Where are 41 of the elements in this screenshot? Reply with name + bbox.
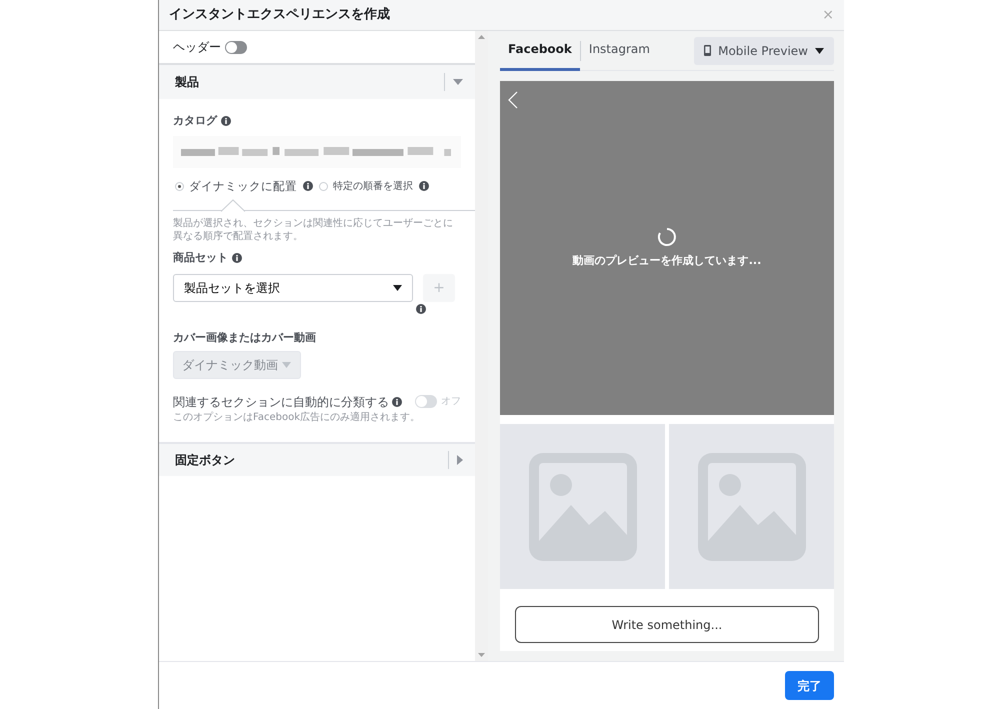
info-icon (416, 304, 426, 314)
preview-tab[interactable]: Facebook (500, 30, 580, 70)
toggle-switch[interactable] (225, 40, 247, 54)
catalog-label: カタログ (173, 113, 217, 129)
toggle-switch[interactable] (415, 395, 437, 408)
info-icon (303, 181, 313, 192)
caret-icon (815, 48, 824, 54)
radio-option[interactable]: ダイナミックに配置 (175, 178, 297, 195)
chevron-right-icon (457, 455, 463, 466)
info-icon (419, 181, 429, 192)
caret-icon (393, 285, 402, 292)
info-icon (392, 396, 402, 407)
toggle-state-label: オフ (441, 395, 461, 410)
chevron-down-icon (453, 79, 463, 85)
section-title: 固定ボタン (175, 452, 235, 470)
scroll-up-icon[interactable] (478, 35, 485, 39)
option-note: このオプションはFacebook広告にのみ適用されます。 (173, 410, 421, 424)
help-text: 製品が選択され、セクションは関連性に応じてユーザーごとに異なる順序で配置されます。 (173, 216, 454, 244)
info-icon (232, 253, 242, 263)
phone-icon (704, 45, 712, 56)
scroll-down-icon[interactable] (478, 653, 485, 657)
header-label: ヘッダー (173, 39, 221, 56)
catalog-field[interactable] (173, 136, 461, 168)
radio-option[interactable]: 特定の順番を選択 (319, 178, 413, 194)
back-icon[interactable] (508, 91, 518, 109)
done-button[interactable]: 完了 (785, 671, 834, 700)
auto-sort-label: 関連するセクションに自動的に分類する (173, 394, 389, 411)
section-toggle-button[interactable] (448, 451, 463, 470)
product-set-label: 商品セット (173, 250, 228, 266)
preview-tab[interactable]: Instagram (580, 30, 658, 70)
product-set-dropdown[interactable]: 製品セットを選択 (173, 274, 413, 302)
info-icon (221, 116, 231, 126)
cover-label: カバー画像またはカバー動画 (173, 330, 316, 346)
write-something-button[interactable]: Write something... (515, 606, 819, 643)
loading-spinner-icon (657, 226, 677, 247)
loading-text: 動画のプレビューを作成しています... (572, 252, 762, 269)
section-toggle-button[interactable] (444, 73, 463, 91)
mobile-preview-button[interactable]: Mobile Preview (694, 36, 834, 64)
section-title: 製品 (175, 74, 199, 91)
dialog-title: インスタントエクスペリエンスを作成 (169, 6, 390, 24)
caret-icon (282, 362, 291, 368)
